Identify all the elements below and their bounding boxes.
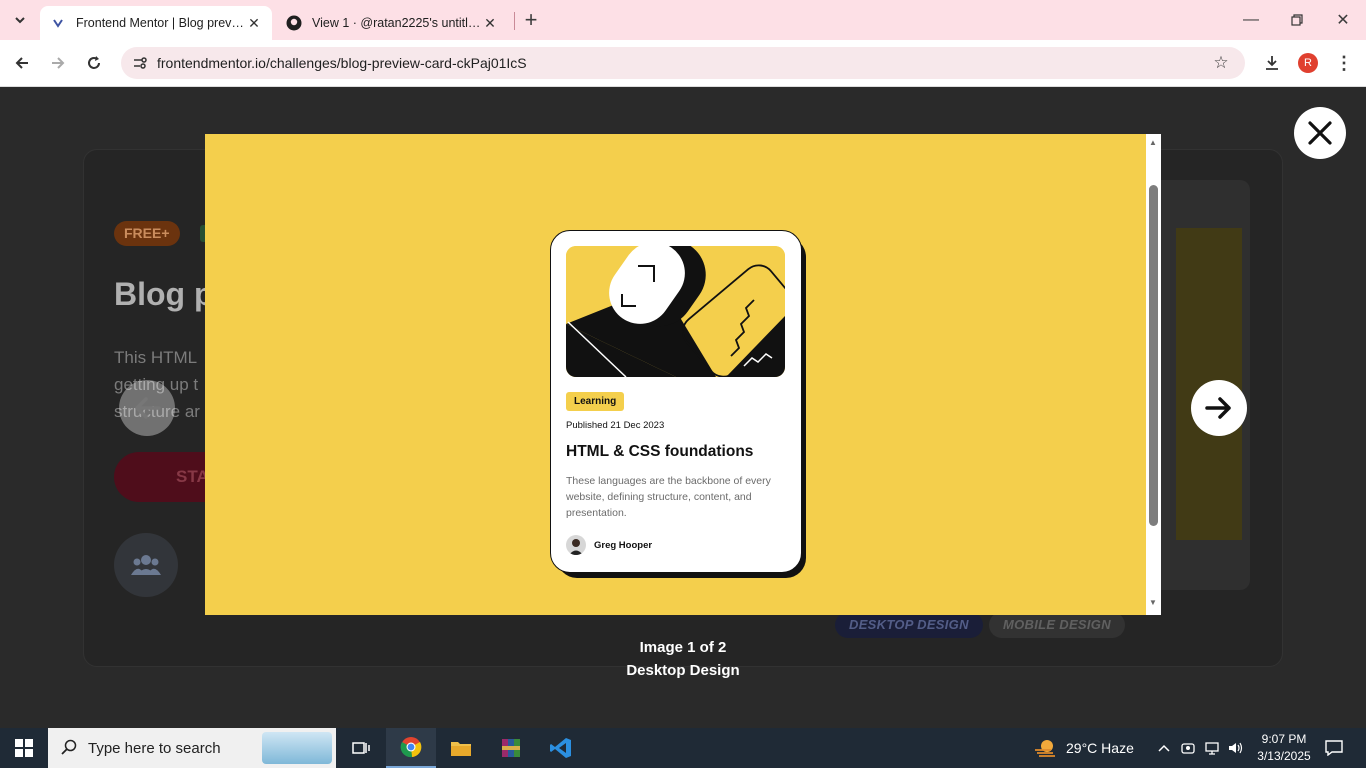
- search-icon: [60, 738, 78, 756]
- notification-icon[interactable]: [1322, 738, 1346, 758]
- file-explorer-icon[interactable]: [436, 728, 486, 768]
- tab-close-icon[interactable]: ✕: [246, 15, 262, 32]
- author-name: Greg Hooper: [594, 540, 653, 551]
- site-info-icon[interactable]: [131, 54, 149, 72]
- clock-date: 3/13/2025: [1257, 749, 1311, 763]
- scroll-up-arrow-icon[interactable]: ▲: [1149, 138, 1157, 147]
- tab-close-icon[interactable]: ✕: [482, 15, 498, 32]
- arrow-right-icon: [1205, 397, 1231, 419]
- previous-image-button[interactable]: [119, 380, 175, 436]
- tab-search-chevron-icon[interactable]: [8, 8, 32, 32]
- forward-icon[interactable]: [46, 51, 70, 75]
- image-caption: Desktop Design: [626, 662, 740, 679]
- task-view-icon[interactable]: [336, 728, 386, 768]
- chevron-up-icon[interactable]: [1156, 740, 1172, 756]
- tab-divider: [514, 12, 515, 30]
- close-window-icon[interactable]: ✕: [1332, 8, 1354, 32]
- profile-avatar[interactable]: R: [1298, 53, 1318, 73]
- clock[interactable]: 9:07 PM 3/13/2025: [1252, 731, 1316, 765]
- bookmark-star-icon[interactable]: ☆: [1211, 53, 1231, 73]
- weather-text: 29°C Haze: [1066, 740, 1134, 756]
- tab-title: Frontend Mentor | Blog preview card codi…: [76, 16, 246, 30]
- frontend-mentor-favicon-icon: [50, 15, 66, 31]
- windows-start-icon[interactable]: [12, 738, 36, 758]
- author-avatar: [566, 535, 586, 555]
- next-image-button[interactable]: [1191, 380, 1247, 436]
- arrow-left-icon: [135, 397, 161, 419]
- search-highlight-image: [262, 732, 332, 764]
- image-counter: Image 1 of 2: [639, 639, 727, 656]
- network-icon[interactable]: [1203, 740, 1221, 756]
- download-icon[interactable]: [1260, 51, 1284, 75]
- meet-now-icon[interactable]: [1180, 740, 1196, 756]
- reload-icon[interactable]: [82, 51, 106, 75]
- search-placeholder: Type here to search: [88, 739, 221, 757]
- winrar-icon[interactable]: [486, 728, 536, 768]
- close-icon: [1308, 121, 1332, 145]
- taskbar-search[interactable]: Type here to search: [48, 728, 336, 768]
- chrome-app-icon[interactable]: [386, 728, 436, 768]
- close-lightbox-button[interactable]: [1294, 107, 1346, 159]
- restore-icon[interactable]: [1286, 8, 1308, 32]
- address-bar[interactable]: frontendmentor.io/challenges/blog-previe…: [121, 47, 1245, 79]
- card-description: These languages are the backbone of ever…: [566, 475, 771, 519]
- tab-github[interactable]: View 1 · @ratan2225's untitled project ✕: [276, 6, 508, 40]
- github-favicon-icon: [286, 15, 302, 31]
- url-text: frontendmentor.io/challenges/blog-previe…: [157, 55, 527, 71]
- tab-frontend-mentor[interactable]: Frontend Mentor | Blog preview card codi…: [40, 6, 272, 40]
- menu-kebab-icon[interactable]: ⋮: [1334, 51, 1354, 75]
- published-date: Published 21 Dec 2023: [566, 420, 665, 431]
- minimize-icon[interactable]: —: [1240, 8, 1262, 32]
- tab-title: View 1 · @ratan2225's untitled project: [312, 16, 482, 30]
- clock-time: 9:07 PM: [1261, 732, 1307, 746]
- haze-weather-icon: [1032, 735, 1058, 761]
- weather-widget[interactable]: 29°C Haze: [1032, 728, 1134, 768]
- category-tag: Learning: [566, 392, 625, 411]
- new-tab-icon[interactable]: +: [520, 7, 542, 32]
- back-icon[interactable]: [10, 51, 34, 75]
- scrollbar-thumb[interactable]: [1149, 185, 1158, 526]
- card-title: HTML & CSS foundations: [566, 443, 754, 460]
- card-illustration: [566, 246, 785, 377]
- lightbox-caption: Image 1 of 2 Desktop Design: [533, 636, 833, 682]
- volume-icon[interactable]: [1226, 740, 1244, 756]
- scroll-down-arrow-icon[interactable]: ▼: [1149, 598, 1157, 607]
- vscode-icon[interactable]: [536, 728, 586, 768]
